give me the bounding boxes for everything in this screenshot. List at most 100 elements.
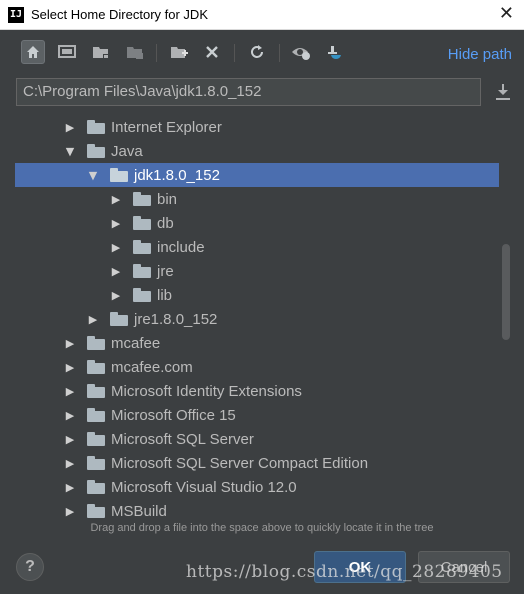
desktop-icon — [58, 45, 76, 58]
folder-icon — [87, 408, 105, 422]
folder-icon — [87, 120, 105, 134]
tree-item[interactable]: ▶ Microsoft SQL Server Compact Edition — [15, 451, 499, 475]
collapsed-arrow-icon[interactable]: ▶ — [63, 120, 77, 134]
drag-drop-hint: Drag and drop a file into the space abov… — [90, 522, 434, 534]
collapsed-arrow-icon[interactable]: ▶ — [63, 408, 77, 422]
home-icon — [27, 46, 39, 58]
tree-item[interactable]: ▶ jre1.8.0_152 — [15, 307, 499, 331]
project-button[interactable] — [89, 40, 113, 64]
tree-item-label: jre — [157, 262, 174, 280]
folder-icon — [133, 216, 151, 230]
collapsed-arrow-icon[interactable]: ▶ — [109, 192, 123, 206]
folder-icon — [87, 480, 105, 494]
tree-item-label: jdk1.8.0_152 — [134, 166, 220, 184]
tree-item-label: mcafee — [111, 334, 161, 352]
show-hidden-icon — [292, 48, 310, 60]
tree-item-label: mcafee.com — [111, 358, 193, 376]
folder-icon — [110, 168, 128, 182]
collapsed-arrow-icon[interactable]: ▶ — [63, 432, 77, 446]
tree-item[interactable]: ▼ jdk1.8.0_152 — [15, 163, 499, 187]
toolbar-separator — [234, 44, 235, 62]
close-icon[interactable]: ✕ — [499, 3, 514, 24]
delete-button[interactable] — [200, 40, 224, 64]
home-button[interactable] — [21, 40, 45, 64]
collapsed-arrow-icon[interactable]: ▶ — [109, 216, 123, 230]
tree-item[interactable]: ▶ mcafee — [15, 331, 499, 355]
path-input[interactable]: C:\Program Files\Java\jdk1.8.0_152 — [16, 78, 481, 106]
folder-icon — [133, 192, 151, 206]
refresh-button[interactable] — [245, 40, 269, 64]
jdk-button[interactable] — [322, 40, 346, 64]
show-hidden-button[interactable] — [289, 40, 313, 64]
tree-item-label: Microsoft Visual Studio 12.0 — [111, 478, 297, 496]
tree-item-label: Microsoft Identity Extensions — [111, 382, 302, 400]
module-button[interactable] — [123, 40, 147, 64]
tree-item[interactable]: ▶ Microsoft Visual Studio 12.0 — [15, 475, 499, 499]
collapsed-arrow-icon[interactable]: ▶ — [109, 288, 123, 302]
tree-item[interactable]: ▶ Microsoft SQL Server — [15, 427, 499, 451]
toolbar-separator — [156, 44, 157, 62]
folder-icon — [87, 432, 105, 446]
expanded-arrow-icon[interactable]: ▼ — [86, 168, 100, 182]
tree-item[interactable]: ▼ Java — [15, 139, 499, 163]
tree-item-label: bin — [157, 190, 178, 208]
folder-icon — [133, 240, 151, 254]
tree-item[interactable]: ▶ include — [15, 235, 499, 259]
collapsed-arrow-icon[interactable]: ▶ — [63, 504, 77, 518]
help-button[interactable]: ? — [16, 553, 44, 581]
expanded-arrow-icon[interactable]: ▼ — [63, 144, 77, 158]
collapsed-arrow-icon[interactable]: ▶ — [86, 312, 100, 326]
folder-icon — [133, 288, 151, 302]
new-folder-icon — [171, 47, 188, 58]
hide-path-link[interactable]: Hide path — [448, 46, 512, 63]
delete-icon — [206, 46, 218, 58]
folder-icon — [87, 384, 105, 398]
tree-item[interactable]: ▶ mcafee.com — [15, 355, 499, 379]
tree-item-label: Internet Explorer — [111, 118, 222, 136]
scrollbar-thumb[interactable] — [502, 244, 510, 340]
refresh-icon — [251, 45, 263, 58]
folder-icon — [87, 336, 105, 350]
collapsed-arrow-icon[interactable]: ▶ — [63, 480, 77, 494]
tree-item[interactable]: ▶ Internet Explorer — [15, 115, 499, 139]
tree-item[interactable]: ▶ MSBuild — [15, 499, 499, 518]
folder-icon — [110, 312, 128, 326]
tree-item-label: lib — [157, 286, 173, 304]
collapsed-arrow-icon[interactable]: ▶ — [109, 264, 123, 278]
file-tree[interactable]: ▶ Internet Explorer ▼ Java ▼ jdk1.8.0_152 ▶ bin… — [15, 114, 499, 518]
watermark-text: https://blog.csdn.net/qq_28289405 — [186, 562, 503, 582]
download-icon — [496, 84, 510, 100]
tree-item-label: db — [157, 214, 174, 232]
collapsed-arrow-icon[interactable]: ▶ — [63, 360, 77, 374]
window-title: Select Home Directory for JDK — [31, 7, 208, 22]
collapsed-arrow-icon[interactable]: ▶ — [109, 240, 123, 254]
tree-scrollbar[interactable] — [500, 114, 514, 518]
collapsed-arrow-icon[interactable]: ▶ — [63, 384, 77, 398]
desktop-button[interactable] — [55, 40, 79, 64]
new-folder-button[interactable] — [167, 40, 191, 64]
tree-item[interactable]: ▶ db — [15, 211, 499, 235]
module-icon — [127, 47, 143, 59]
title-bar: IJ Select Home Directory for JDK ✕ — [0, 0, 524, 30]
intellij-app-icon: IJ — [8, 6, 24, 23]
download-button[interactable] — [490, 80, 516, 104]
tree-item[interactable]: ▶ Microsoft Office 15 — [15, 403, 499, 427]
tree-item[interactable]: ▶ lib — [15, 283, 499, 307]
tree-item[interactable]: ▶ jre — [15, 259, 499, 283]
tree-item[interactable]: ▶ Microsoft Identity Extensions — [15, 379, 499, 403]
tree-item-label: jre1.8.0_152 — [134, 310, 218, 328]
tree-item-label: include — [157, 238, 205, 256]
folder-icon — [87, 144, 105, 158]
folder-icon — [87, 456, 105, 470]
jdk-icon — [328, 46, 341, 59]
collapsed-arrow-icon[interactable]: ▶ — [63, 456, 77, 470]
folder-icon — [87, 504, 105, 518]
toolbar-separator — [279, 44, 280, 62]
toolbar: Hide path — [0, 36, 524, 72]
tree-item-label: MSBuild — [111, 502, 167, 519]
tree-item[interactable]: ▶ bin — [15, 187, 499, 211]
collapsed-arrow-icon[interactable]: ▶ — [63, 336, 77, 350]
tree-item-label: Microsoft Office 15 — [111, 406, 236, 424]
project-icon — [93, 47, 109, 59]
tree-item-label: Microsoft SQL Server — [111, 430, 254, 448]
